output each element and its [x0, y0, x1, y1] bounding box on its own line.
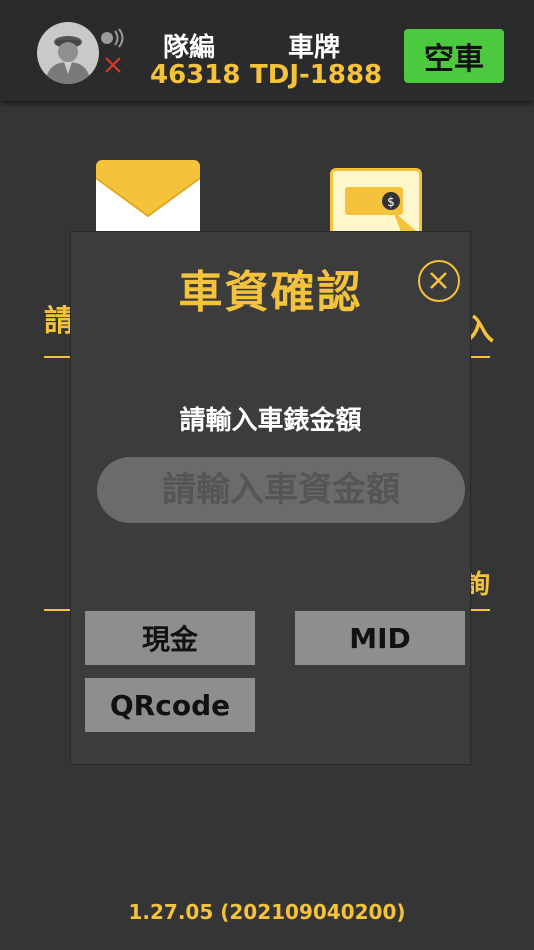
plate-number: TDJ-1888: [250, 60, 383, 90]
svg-text:$: $: [387, 195, 395, 209]
bg-divider-right: [470, 356, 490, 358]
dialog-title: 車資確認: [178, 267, 363, 318]
bg-menu-label-left: 請: [44, 304, 74, 339]
bg-divider-right-2: [470, 609, 490, 611]
driver-avatar-icon: [45, 36, 91, 84]
driver-avatar[interactable]: [37, 22, 99, 84]
fare-confirm-dialog: 車資確認 請輸入車錶金額 現金 MID QRcode: [71, 232, 470, 764]
close-button[interactable]: [418, 260, 460, 302]
message-envelope-icon[interactable]: [96, 160, 200, 240]
fare-prompt: 請輸入車錶金額: [179, 406, 362, 436]
cash-button[interactable]: 現金: [85, 611, 255, 665]
fare-amount-input[interactable]: [97, 457, 465, 523]
top-bar: 隊編 46318 車牌 TDJ-1888 空車: [0, 0, 534, 101]
bg-divider-left-2: [44, 609, 70, 611]
close-icon: [430, 272, 447, 289]
team-number: 46318: [150, 60, 241, 90]
team-label: 隊編: [163, 33, 216, 63]
app-version: 1.27.05 (202109040200): [128, 900, 406, 924]
disconnected-x-icon: [105, 57, 121, 73]
mid-button[interactable]: MID: [295, 611, 465, 665]
signal-icon: [101, 28, 124, 48]
plate-label: 車牌: [288, 33, 341, 63]
vacant-status-button[interactable]: 空車: [404, 29, 504, 83]
qrcode-button[interactable]: QRcode: [85, 678, 255, 732]
payment-card-icon[interactable]: $: [330, 168, 423, 240]
bg-divider-left: [44, 356, 70, 358]
